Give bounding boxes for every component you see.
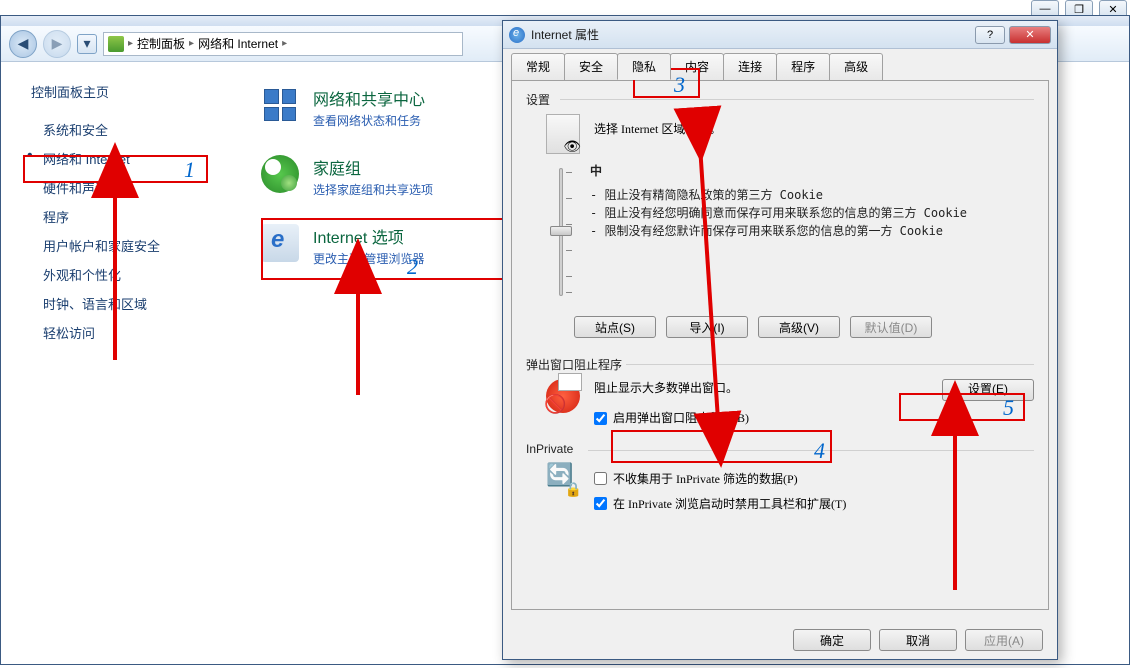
inp-checkbox-1[interactable]	[594, 472, 607, 485]
address-bar[interactable]: ▸ 控制面板 ▸ 网络和 Internet ▸	[103, 32, 463, 56]
sidebar-item-hardware[interactable]: 硬件和声音	[31, 173, 221, 202]
ie-icon	[261, 224, 299, 262]
item-sub[interactable]: 更改主页 管理浏览器	[313, 250, 424, 267]
item-title[interactable]: Internet 选项	[313, 224, 424, 248]
popup-check-label: 启用弹出窗口阻止程序(B)	[613, 409, 749, 428]
settings-label: 设置	[526, 91, 1034, 108]
import-button[interactable]: 导入(I)	[666, 316, 748, 338]
slider-thumb[interactable]	[550, 226, 572, 236]
path-root[interactable]: 控制面板	[137, 35, 185, 52]
sidebar-header[interactable]: 控制面板主页	[31, 82, 221, 101]
item-sub[interactable]: 查看网络状态和任务	[313, 112, 425, 129]
inp-checkbox-2[interactable]	[594, 497, 607, 510]
sites-button[interactable]: 站点(S)	[574, 316, 656, 338]
settings-desc: 选择 Internet 区域设置。	[594, 114, 721, 137]
dlg-tabs: 常规 安全 隐私 内容 连接 程序 高级	[503, 49, 1057, 80]
item-title[interactable]: 家庭组	[313, 155, 433, 179]
cp-sidebar: 控制面板主页 系统和安全 网络和 Internet 硬件和声音 程序 用户帐户和…	[1, 62, 231, 664]
group-settings: 设置 选择 Internet 区域设置。 中 - 阻止	[526, 91, 1034, 338]
sidebar-item-users[interactable]: 用户帐户和家庭安全	[31, 231, 221, 260]
tab-security[interactable]: 安全	[564, 53, 618, 80]
bullet: - 限制没有经您默许而保存可用来联系您的信息的第一方 Cookie	[590, 222, 1034, 240]
sidebar-item-network[interactable]: 网络和 Internet	[31, 144, 221, 173]
homegroup-icon	[261, 155, 299, 193]
ok-button[interactable]: 确定	[793, 629, 871, 651]
inp-check2-label: 在 InPrivate 浏览启动时禁用工具栏和扩展(T)	[613, 495, 846, 512]
item-sub[interactable]: 选择家庭组和共享选项	[313, 181, 433, 198]
inprivate-icon	[546, 462, 580, 496]
path-sep: ▸	[282, 38, 287, 49]
bullet: - 阻止没有精简隐私政策的第三方 Cookie	[590, 186, 1034, 204]
network-icon	[261, 86, 299, 124]
enable-popup-blocker-check[interactable]: 启用弹出窗口阻止程序(B)	[594, 409, 1034, 428]
popup-checkbox[interactable]	[594, 412, 607, 425]
path-sep: ▸	[128, 38, 133, 49]
recent-button[interactable]: ▾	[77, 34, 97, 54]
tab-advanced[interactable]: 高级	[829, 53, 883, 80]
default-button[interactable]: 默认值(D)	[850, 316, 932, 338]
slider-desc: 中 - 阻止没有精简隐私政策的第三方 Cookie - 阻止没有经您明确同意而保…	[590, 162, 1034, 240]
popup-desc: 阻止显示大多数弹出窗口。	[594, 379, 738, 398]
sidebar-item-ease[interactable]: 轻松访问	[31, 318, 221, 347]
dlg-close-button[interactable]: ✕	[1009, 26, 1051, 44]
ie-small-icon	[509, 27, 525, 43]
settings-icon	[546, 114, 580, 154]
popup-label: 弹出窗口阻止程序	[526, 356, 1034, 373]
bullet: - 阻止没有经您明确同意而保存可用来联系您的信息的第三方 Cookie	[590, 204, 1034, 222]
sidebar-item-clock[interactable]: 时钟、语言和区域	[31, 289, 221, 318]
privacy-level: 中	[590, 162, 1034, 180]
tab-general[interactable]: 常规	[511, 53, 565, 80]
inprivate-disable-toolbars-check[interactable]: 在 InPrivate 浏览启动时禁用工具栏和扩展(T)	[594, 495, 1034, 512]
dlg-titlebar[interactable]: Internet 属性 ? ✕	[503, 21, 1057, 49]
privacy-slider[interactable]	[546, 162, 576, 302]
popup-blocker-icon	[546, 379, 580, 413]
internet-properties-dialog: Internet 属性 ? ✕ 常规 安全 隐私 内容 连接 程序 高级 设置 …	[502, 20, 1058, 660]
apply-button[interactable]: 应用(A)	[965, 629, 1043, 651]
item-title[interactable]: 网络和共享中心	[313, 86, 425, 110]
path-icon	[108, 36, 124, 52]
inp-check1-label: 不收集用于 InPrivate 筛选的数据(P)	[613, 470, 798, 487]
group-inprivate: InPrivate 不收集用于 InPrivate 筛选的数据(P) 在 InP…	[526, 442, 1034, 512]
cancel-button[interactable]: 取消	[879, 629, 957, 651]
sidebar-item-programs[interactable]: 程序	[31, 202, 221, 231]
dlg-footer: 确定 取消 应用(A)	[793, 629, 1043, 651]
inprivate-label: InPrivate	[526, 442, 1034, 456]
path-current[interactable]: 网络和 Internet	[198, 35, 278, 52]
dlg-content: 设置 选择 Internet 区域设置。 中 - 阻止	[511, 80, 1049, 610]
sidebar-item-appearance[interactable]: 外观和个性化	[31, 260, 221, 289]
help-button[interactable]: ?	[975, 26, 1005, 44]
dlg-title: Internet 属性	[531, 26, 971, 43]
tab-connections[interactable]: 连接	[723, 53, 777, 80]
forward-button[interactable]: ▶	[43, 30, 71, 58]
back-button[interactable]: ◀	[9, 30, 37, 58]
popup-settings-button[interactable]: 设置(E)	[942, 379, 1034, 401]
tab-privacy[interactable]: 隐私	[617, 53, 671, 80]
tab-programs[interactable]: 程序	[776, 53, 830, 80]
path-sep: ▸	[189, 38, 194, 49]
tab-content[interactable]: 内容	[670, 53, 724, 80]
inprivate-nocollect-check[interactable]: 不收集用于 InPrivate 筛选的数据(P)	[594, 470, 1034, 487]
group-popup: 弹出窗口阻止程序 阻止显示大多数弹出窗口。 设置(E) 启用弹出窗口阻止程序(B…	[526, 356, 1034, 428]
advanced-button[interactable]: 高级(V)	[758, 316, 840, 338]
sidebar-item-system[interactable]: 系统和安全	[31, 115, 221, 144]
